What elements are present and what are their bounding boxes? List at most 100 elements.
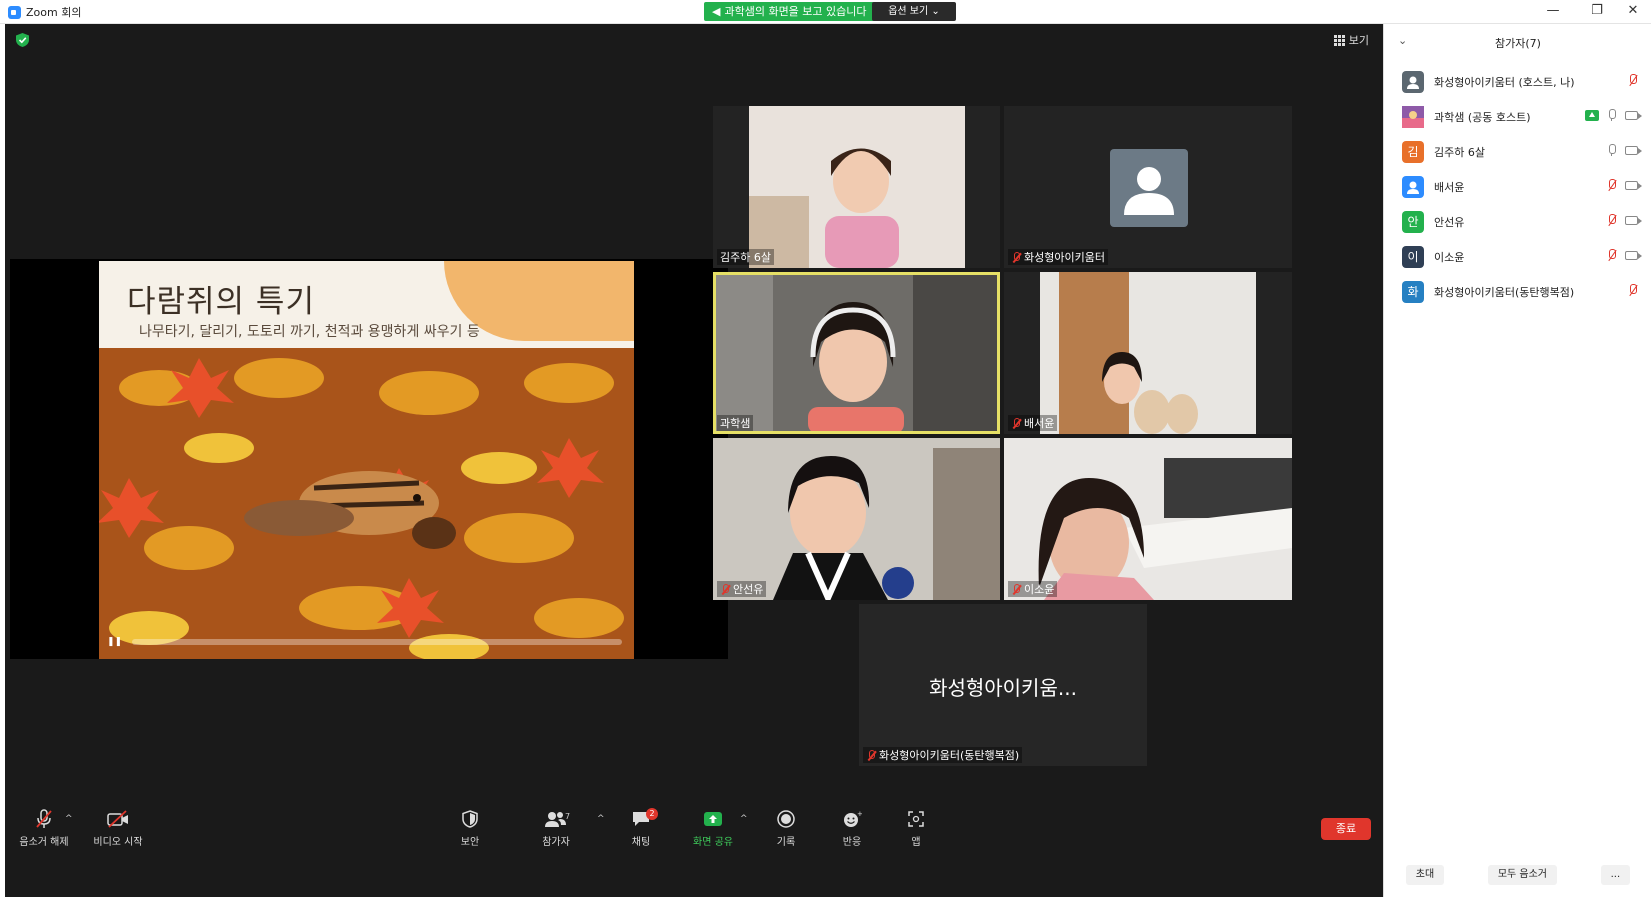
tile-name: 김주하 6살 [720,251,771,264]
video-off-icon [107,810,128,828]
participant-row[interactable]: 이 이소윤 [1384,239,1651,274]
participant-name: 화성형아이키움터 (호스트, 나) [1434,75,1575,89]
security-label: 보안 [460,837,480,848]
zoom-meeting-window: { "window": { "title": "Zoom 회의", "share… [0,0,1651,897]
participant-name: 이소윤 [1434,250,1465,264]
participant-row[interactable]: 화 화성형아이키움터(동탄행복점) [1384,274,1651,309]
reactions-label: 반응 [842,837,862,848]
view-button[interactable]: 보기 [1333,32,1369,48]
participant-row[interactable]: 안 안선유 [1384,204,1651,239]
tile-name-label: 배서윤 [1008,415,1058,431]
tile-name: 과학샘 [720,417,751,430]
video-tile[interactable]: 배서윤 [1004,272,1292,434]
participant-row[interactable]: 배서윤 [1384,169,1651,204]
minimize-button[interactable]: — [1535,0,1571,24]
participant-name: 배서윤 [1434,180,1465,194]
participant-row[interactable]: 과학샘 (공동 호스트) [1384,99,1651,134]
apps-button[interactable]: 앱 [881,808,951,848]
share-options-chevron-icon[interactable]: ^ [740,814,748,824]
chipmunk-illustration [99,348,634,659]
invite-button[interactable]: 초대 [1405,865,1445,885]
mic-icon[interactable] [1607,144,1617,157]
participant-video [713,272,1000,434]
video-tile[interactable]: 화성형아이키움터 [1004,106,1292,268]
default-avatar [1110,149,1188,227]
muted-mic-icon[interactable] [1607,214,1617,227]
more-button[interactable]: ... [1600,865,1631,885]
video-controls[interactable]: ❚❚ [107,637,622,647]
tile-name: 이소윤 [1024,583,1055,596]
close-button[interactable]: ✕ [1615,0,1651,24]
participants-button[interactable]: 7 참가자 [521,808,591,848]
shield-icon [462,810,478,828]
participant-row[interactable]: 화성형아이키움터 (호스트, 나) [1384,64,1651,99]
audio-options-chevron-icon[interactable]: ^ [65,814,73,824]
user-icon [1407,181,1419,194]
pause-icon[interactable]: ❚❚ [107,637,122,647]
muted-mic-icon [1011,417,1021,429]
view-options-button[interactable]: 옵션 보기 ⌄ [872,2,956,21]
svg-text:+: + [857,810,862,818]
participant-video [713,438,1000,600]
participants-label: 참가자 [542,837,570,848]
mic-icon[interactable] [1607,109,1617,122]
slide-title: 다람쥐의 특기 [127,284,315,320]
unmute-label: 음소거 해제 [19,837,69,848]
muted-mic-icon[interactable] [1607,179,1617,192]
security-button[interactable]: 보안 [435,808,505,848]
camera-icon[interactable] [1625,216,1642,225]
record-icon [777,810,795,828]
share-status-banner[interactable]: ◀ 과학샘의 화면을 보고 있습니다 [704,2,875,21]
tile-name-label: 화성형아이키움터(동탄행복점) [863,747,1023,763]
video-tile-active-speaker[interactable]: 과학샘 [713,272,1000,434]
shared-screen[interactable]: 다람쥐의 특기 나무타기, 달리기, 도토리 까기, 천적과 용맹하게 싸우기 … [10,259,728,659]
participant-video [713,106,1000,268]
apps-icon [908,811,924,827]
restore-button[interactable]: ❐ [1579,0,1615,24]
camera-icon[interactable] [1625,181,1642,190]
share-screen-button[interactable]: 화면 공유 [678,808,748,848]
participant-video [1004,272,1292,434]
mute-all-button[interactable]: 모두 음소거 [1487,865,1557,885]
muted-mic-icon[interactable] [1607,249,1617,262]
avatar [1402,70,1424,93]
video-tile[interactable]: 화성형아이키움... 화성형아이키움터(동탄행복점) [859,604,1147,766]
video-tile[interactable]: 김주하 6살 [713,106,1000,268]
muted-mic-icon [1011,251,1021,263]
zoom-logo-icon [8,5,21,19]
participants-options-chevron-icon[interactable]: ^ [597,814,605,824]
muted-mic-icon[interactable] [1628,74,1638,87]
muted-mic-icon [866,749,876,761]
slide-header: 다람쥐의 특기 나무타기, 달리기, 도토리 까기, 천적과 용맹하게 싸우기 … [99,261,634,348]
profile-photo [1402,105,1424,128]
reactions-button[interactable]: + 반응 [817,808,887,848]
participant-name: 과학샘 (공동 호스트) [1434,110,1531,124]
encryption-shield-icon[interactable] [16,33,29,47]
tile-name: 화성형아이키움터(동탄행복점) [879,749,1020,762]
video-tile[interactable]: 이소윤 [1004,438,1292,600]
start-video-button[interactable]: 비디오 시작 [83,808,153,848]
avatar: 화 [1402,280,1424,303]
record-button[interactable]: 기록 [751,808,821,848]
user-silhouette-icon [1124,167,1174,215]
camera-icon[interactable] [1625,146,1642,155]
chat-button[interactable]: 2 채팅 [606,808,676,848]
video-tile[interactable]: 안선유 [713,438,1000,600]
camera-icon[interactable] [1625,111,1642,120]
video-progress-bar[interactable] [132,639,622,645]
participant-row[interactable]: 김 김주하 6살 [1384,134,1651,169]
apps-label: 앱 [911,837,921,848]
muted-mic-icon [1011,583,1021,595]
avatar: 이 [1402,245,1424,268]
title-bar: Zoom 회의 ◀ 과학샘의 화면을 보고 있습니다 옵션 보기 ⌄ — ❐ ✕ [0,0,1651,24]
meeting-toolbar: 음소거 해제 ^ 비디오 시작 보안 7 참가자 ^ 2 채팅 화면 공유 ^ … [5,802,1383,897]
tile-big-name: 화성형아이키움... [929,676,1077,700]
tile-name-label: 이소윤 [1008,581,1058,597]
muted-mic-icon [720,583,730,595]
avatar [1402,175,1424,198]
end-meeting-button[interactable]: 종료 [1321,818,1371,840]
participants-panel: ⌄ 참가자(7) 화성형아이키움터 (호스트, 나) 과학샘 (공동 호스트) [1383,24,1651,897]
participant-name: 김주하 6살 [1434,145,1485,159]
camera-icon[interactable] [1625,251,1642,260]
muted-mic-icon[interactable] [1628,284,1638,297]
